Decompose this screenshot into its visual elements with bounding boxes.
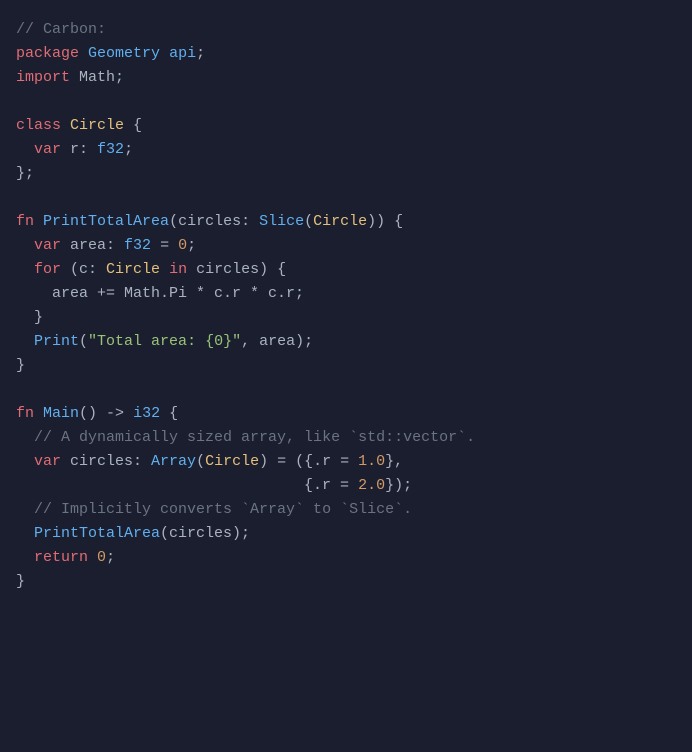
code-line-13: } (16, 306, 676, 330)
code-line-12: area += Math.Pi * c.r * c.r; (16, 282, 676, 306)
code-line-9: fn PrintTotalArea(circles: Slice(Circle)… (16, 210, 676, 234)
code-line-4 (16, 90, 676, 114)
code-line-10: var area: f32 = 0; (16, 234, 676, 258)
code-line-16 (16, 378, 676, 402)
code-line-1: // Carbon: (16, 18, 676, 42)
code-line-7: }; (16, 162, 676, 186)
code-line-11: for (c: Circle in circles) { (16, 258, 676, 282)
code-line-3: import Math; (16, 66, 676, 90)
code-line-5: class Circle { (16, 114, 676, 138)
code-line-24: } (16, 570, 676, 594)
code-line-14: Print("Total area: {0}", area); (16, 330, 676, 354)
code-line-6: var r: f32; (16, 138, 676, 162)
code-line-15: } (16, 354, 676, 378)
code-line-2: package Geometry api; (16, 42, 676, 66)
code-line-18: // A dynamically sized array, like `std:… (16, 426, 676, 450)
code-line-17: fn Main() -> i32 { (16, 402, 676, 426)
code-line-21: // Implicitly converts `Array` to `Slice… (16, 498, 676, 522)
code-line-22: PrintTotalArea(circles); (16, 522, 676, 546)
code-line-8 (16, 186, 676, 210)
code-block: // Carbon: package Geometry api; import … (0, 0, 692, 752)
code-line-23: return 0; (16, 546, 676, 570)
code-line-20: {.r = 2.0}); (16, 474, 676, 498)
code-line-19: var circles: Array(Circle) = ({.r = 1.0}… (16, 450, 676, 474)
